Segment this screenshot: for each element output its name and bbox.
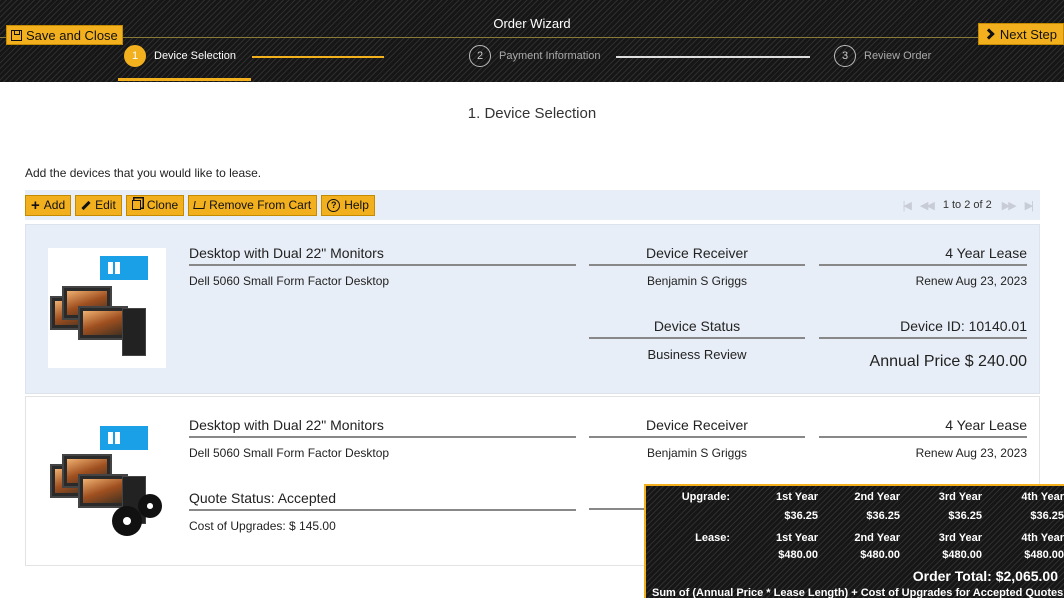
step-label: Review Order xyxy=(864,50,932,62)
lease-label: Lease: xyxy=(695,532,730,544)
device-image xyxy=(48,420,166,540)
year-label: 4th Year xyxy=(1021,532,1064,544)
help-label: Help xyxy=(344,198,369,212)
lease-value: $480.00 xyxy=(1024,549,1064,561)
add-label: Add xyxy=(43,198,66,212)
device-receiver-header: Device Receiver xyxy=(589,245,805,266)
lease-years-row: Lease: 1st Year 2nd Year 3rd Year 4th Ye… xyxy=(646,532,1064,544)
order-total-panel: Upgrade: 1st Year 2nd Year 3rd Year 4th … xyxy=(644,484,1064,598)
next-page-icon[interactable]: ▶▶ xyxy=(1002,199,1017,212)
upgrade-values-row: $36.25 $36.25 $36.25 $36.25 xyxy=(646,510,1064,522)
device-model: Dell 5060 Small Form Factor Desktop xyxy=(189,446,390,460)
renew-date: Renew Aug 23, 2023 xyxy=(915,446,1027,460)
step-label: Device Selection xyxy=(154,50,236,62)
step-label: Payment Information xyxy=(499,50,601,62)
help-icon: ? xyxy=(327,198,341,212)
wizard-title: Order Wizard xyxy=(493,16,571,31)
pager-range: 1 to 2 of 2 xyxy=(942,199,992,211)
lease-value: $480.00 xyxy=(778,549,818,561)
order-total-amount: Order Total: $2,065.00 xyxy=(912,568,1058,584)
lease-values-row: $480.00 $480.00 $480.00 $480.00 xyxy=(646,549,1064,561)
copy-icon xyxy=(131,200,141,210)
device-status-header: Device Status xyxy=(589,318,805,339)
step-review-order[interactable]: 3 Review Order xyxy=(834,44,931,68)
step-number: 2 xyxy=(469,45,491,67)
wizard-steps: 1 Device Selection 2 Payment Information… xyxy=(0,38,1064,82)
windows-icon xyxy=(100,426,148,450)
step-payment-information[interactable]: 2 Payment Information xyxy=(469,44,601,68)
pencil-icon xyxy=(81,200,91,210)
lease-value: $480.00 xyxy=(860,549,900,561)
step-connector xyxy=(252,56,384,58)
last-page-icon[interactable]: ▶| xyxy=(1025,199,1034,212)
add-button[interactable]: + Add xyxy=(25,194,72,216)
device-title: Desktop with Dual 22" Monitors xyxy=(189,417,576,438)
device-model: Dell 5060 Small Form Factor Desktop xyxy=(189,274,390,288)
previous-page-icon[interactable]: ◀◀ xyxy=(920,199,935,212)
plus-icon: + xyxy=(31,196,40,214)
year-label: 4th Year xyxy=(1021,491,1064,503)
clone-label: Clone xyxy=(146,198,179,212)
clone-button[interactable]: Clone xyxy=(125,194,185,216)
device-status: Business Review xyxy=(647,347,747,362)
year-label: 1st Year xyxy=(775,491,818,503)
order-total-formula: Sum of (Annual Price * Lease Length) + C… xyxy=(652,587,1064,598)
remove-from-cart-label: Remove From Cart xyxy=(209,198,312,212)
annual-price: Annual Price $ 240.00 xyxy=(869,353,1027,370)
quote-status: Quote Status: Accepted xyxy=(189,490,576,511)
device-title: Desktop with Dual 22" Monitors xyxy=(189,245,576,266)
gear-icon xyxy=(112,506,142,536)
step-device-selection[interactable]: 1 Device Selection xyxy=(124,44,236,68)
upgrade-cost: Cost of Upgrades: $ 145.00 xyxy=(189,519,336,533)
year-label: 3rd Year xyxy=(938,491,982,503)
windows-icon xyxy=(100,256,148,280)
year-label: 2nd Year xyxy=(854,491,900,503)
upgrade-label: Upgrade: xyxy=(681,491,730,503)
help-button[interactable]: ? Help xyxy=(321,194,375,216)
upgrade-value: $36.25 xyxy=(784,510,818,522)
edit-label: Edit xyxy=(95,198,116,212)
year-label: 1st Year xyxy=(775,532,818,544)
device-image xyxy=(48,248,166,368)
edit-button[interactable]: Edit xyxy=(75,194,122,216)
step-number: 1 xyxy=(124,45,146,67)
instruction-text: Add the devices that you would like to l… xyxy=(25,166,262,180)
lease-length: 4 Year Lease xyxy=(819,245,1027,266)
gear-icon xyxy=(138,494,162,518)
section-title: 1. Device Selection xyxy=(467,105,597,122)
device-receiver: Benjamin S Griggs xyxy=(646,446,748,460)
active-step-underline xyxy=(118,78,251,81)
cart-remove-icon xyxy=(193,201,206,209)
upgrade-value: $36.25 xyxy=(1030,510,1064,522)
year-label: 2nd Year xyxy=(854,532,900,544)
renew-date: Renew Aug 23, 2023 xyxy=(915,274,1027,288)
first-page-icon[interactable]: |◀ xyxy=(903,199,912,212)
wizard-header: Order Wizard Save and Close Next Step 1 … xyxy=(0,0,1064,82)
device-toolbar: + Add Edit Clone Remove From Cart ? Help… xyxy=(25,190,1040,220)
year-label: 3rd Year xyxy=(938,532,982,544)
lease-length: 4 Year Lease xyxy=(819,417,1027,438)
device-receiver: Benjamin S Griggs xyxy=(646,274,748,288)
device-row[interactable]: Desktop with Dual 22" Monitors Dell 5060… xyxy=(25,224,1040,394)
upgrade-value: $36.25 xyxy=(948,510,982,522)
pager: |◀ ◀◀ 1 to 2 of 2 ▶▶ ▶| xyxy=(903,190,1035,220)
device-receiver-header: Device Receiver xyxy=(589,417,805,438)
step-connector xyxy=(616,56,810,58)
upgrade-value: $36.25 xyxy=(866,510,900,522)
step-number: 3 xyxy=(834,45,856,67)
remove-from-cart-button[interactable]: Remove From Cart xyxy=(188,194,318,216)
upgrade-years-row: Upgrade: 1st Year 2nd Year 3rd Year 4th … xyxy=(646,491,1064,503)
title-bar: Order Wizard Save and Close Next Step xyxy=(0,8,1064,45)
device-id: Device ID: 10140.01 xyxy=(819,318,1027,339)
lease-value: $480.00 xyxy=(942,549,982,561)
